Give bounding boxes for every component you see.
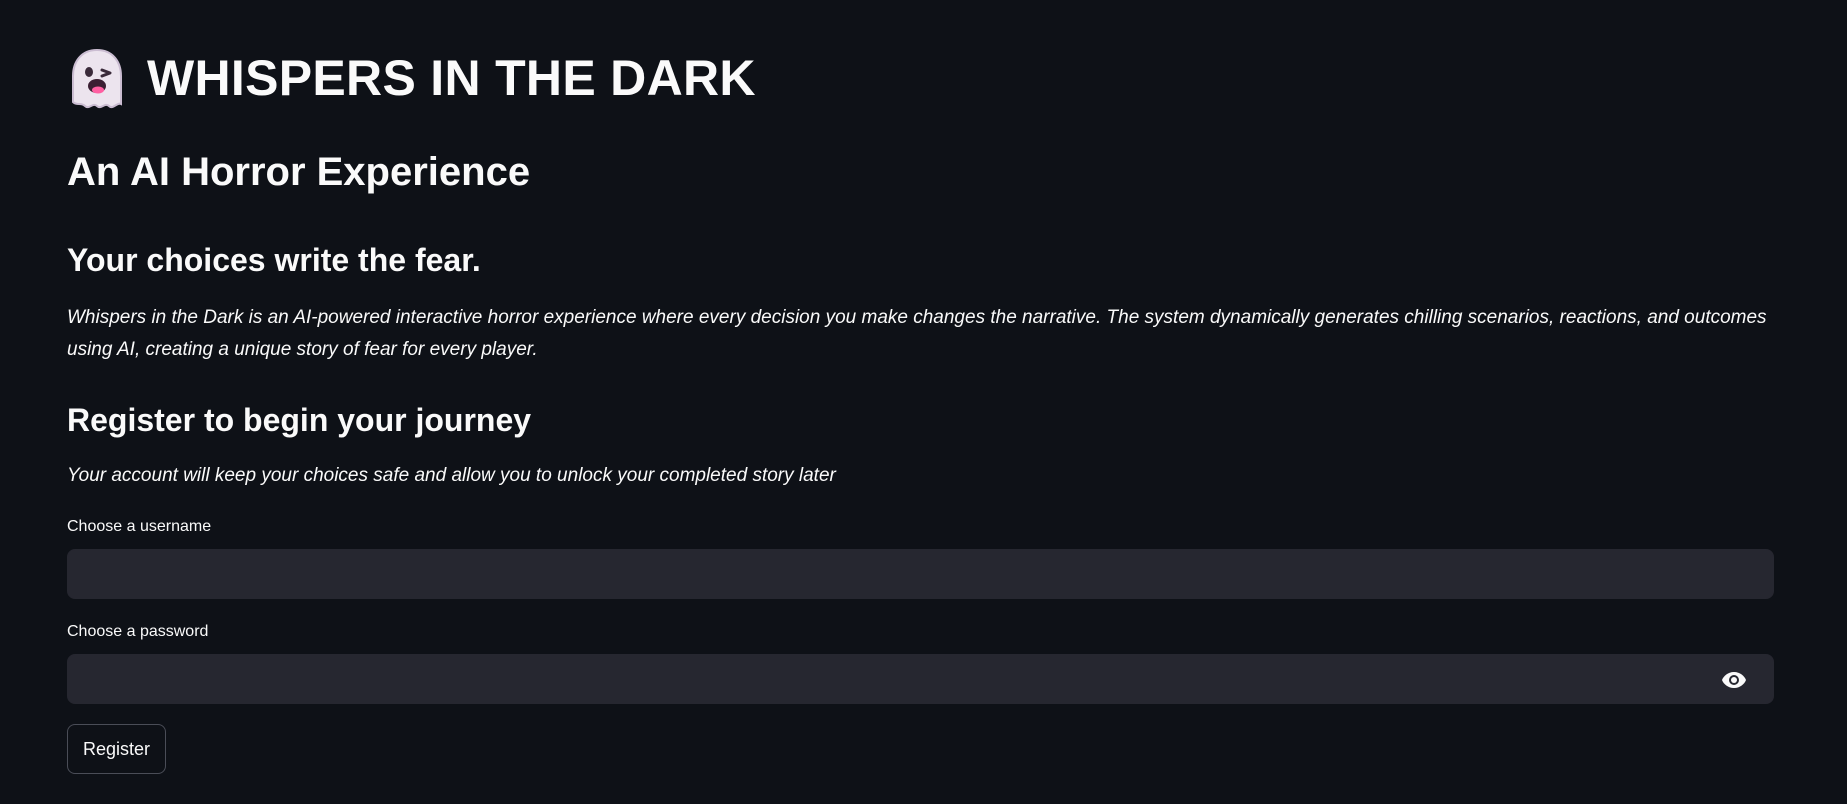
subtitle-heading: An AI Horror Experience xyxy=(67,150,531,194)
username-field-container xyxy=(67,549,1774,599)
page-title: WHISPERS IN THE DARK xyxy=(147,50,756,106)
ghost-icon xyxy=(72,48,122,109)
password-input[interactable] xyxy=(68,655,1773,703)
password-field-container xyxy=(67,654,1774,704)
register-heading: Register to begin your journey xyxy=(67,402,532,438)
page-header: WHISPERS IN THE DARK xyxy=(67,44,756,112)
register-note: Your account will keep your choices safe… xyxy=(67,465,836,486)
password-label: Choose a password xyxy=(67,623,209,640)
register-button[interactable]: Register xyxy=(67,724,167,774)
description-text: Whispers in the Dark is an AI-powered in… xyxy=(67,307,1767,360)
tagline-heading: Your choices write the fear. xyxy=(67,242,481,278)
username-label: Choose a username xyxy=(67,518,212,535)
username-input[interactable] xyxy=(68,550,1773,598)
eye-icon[interactable] xyxy=(1721,669,1747,691)
